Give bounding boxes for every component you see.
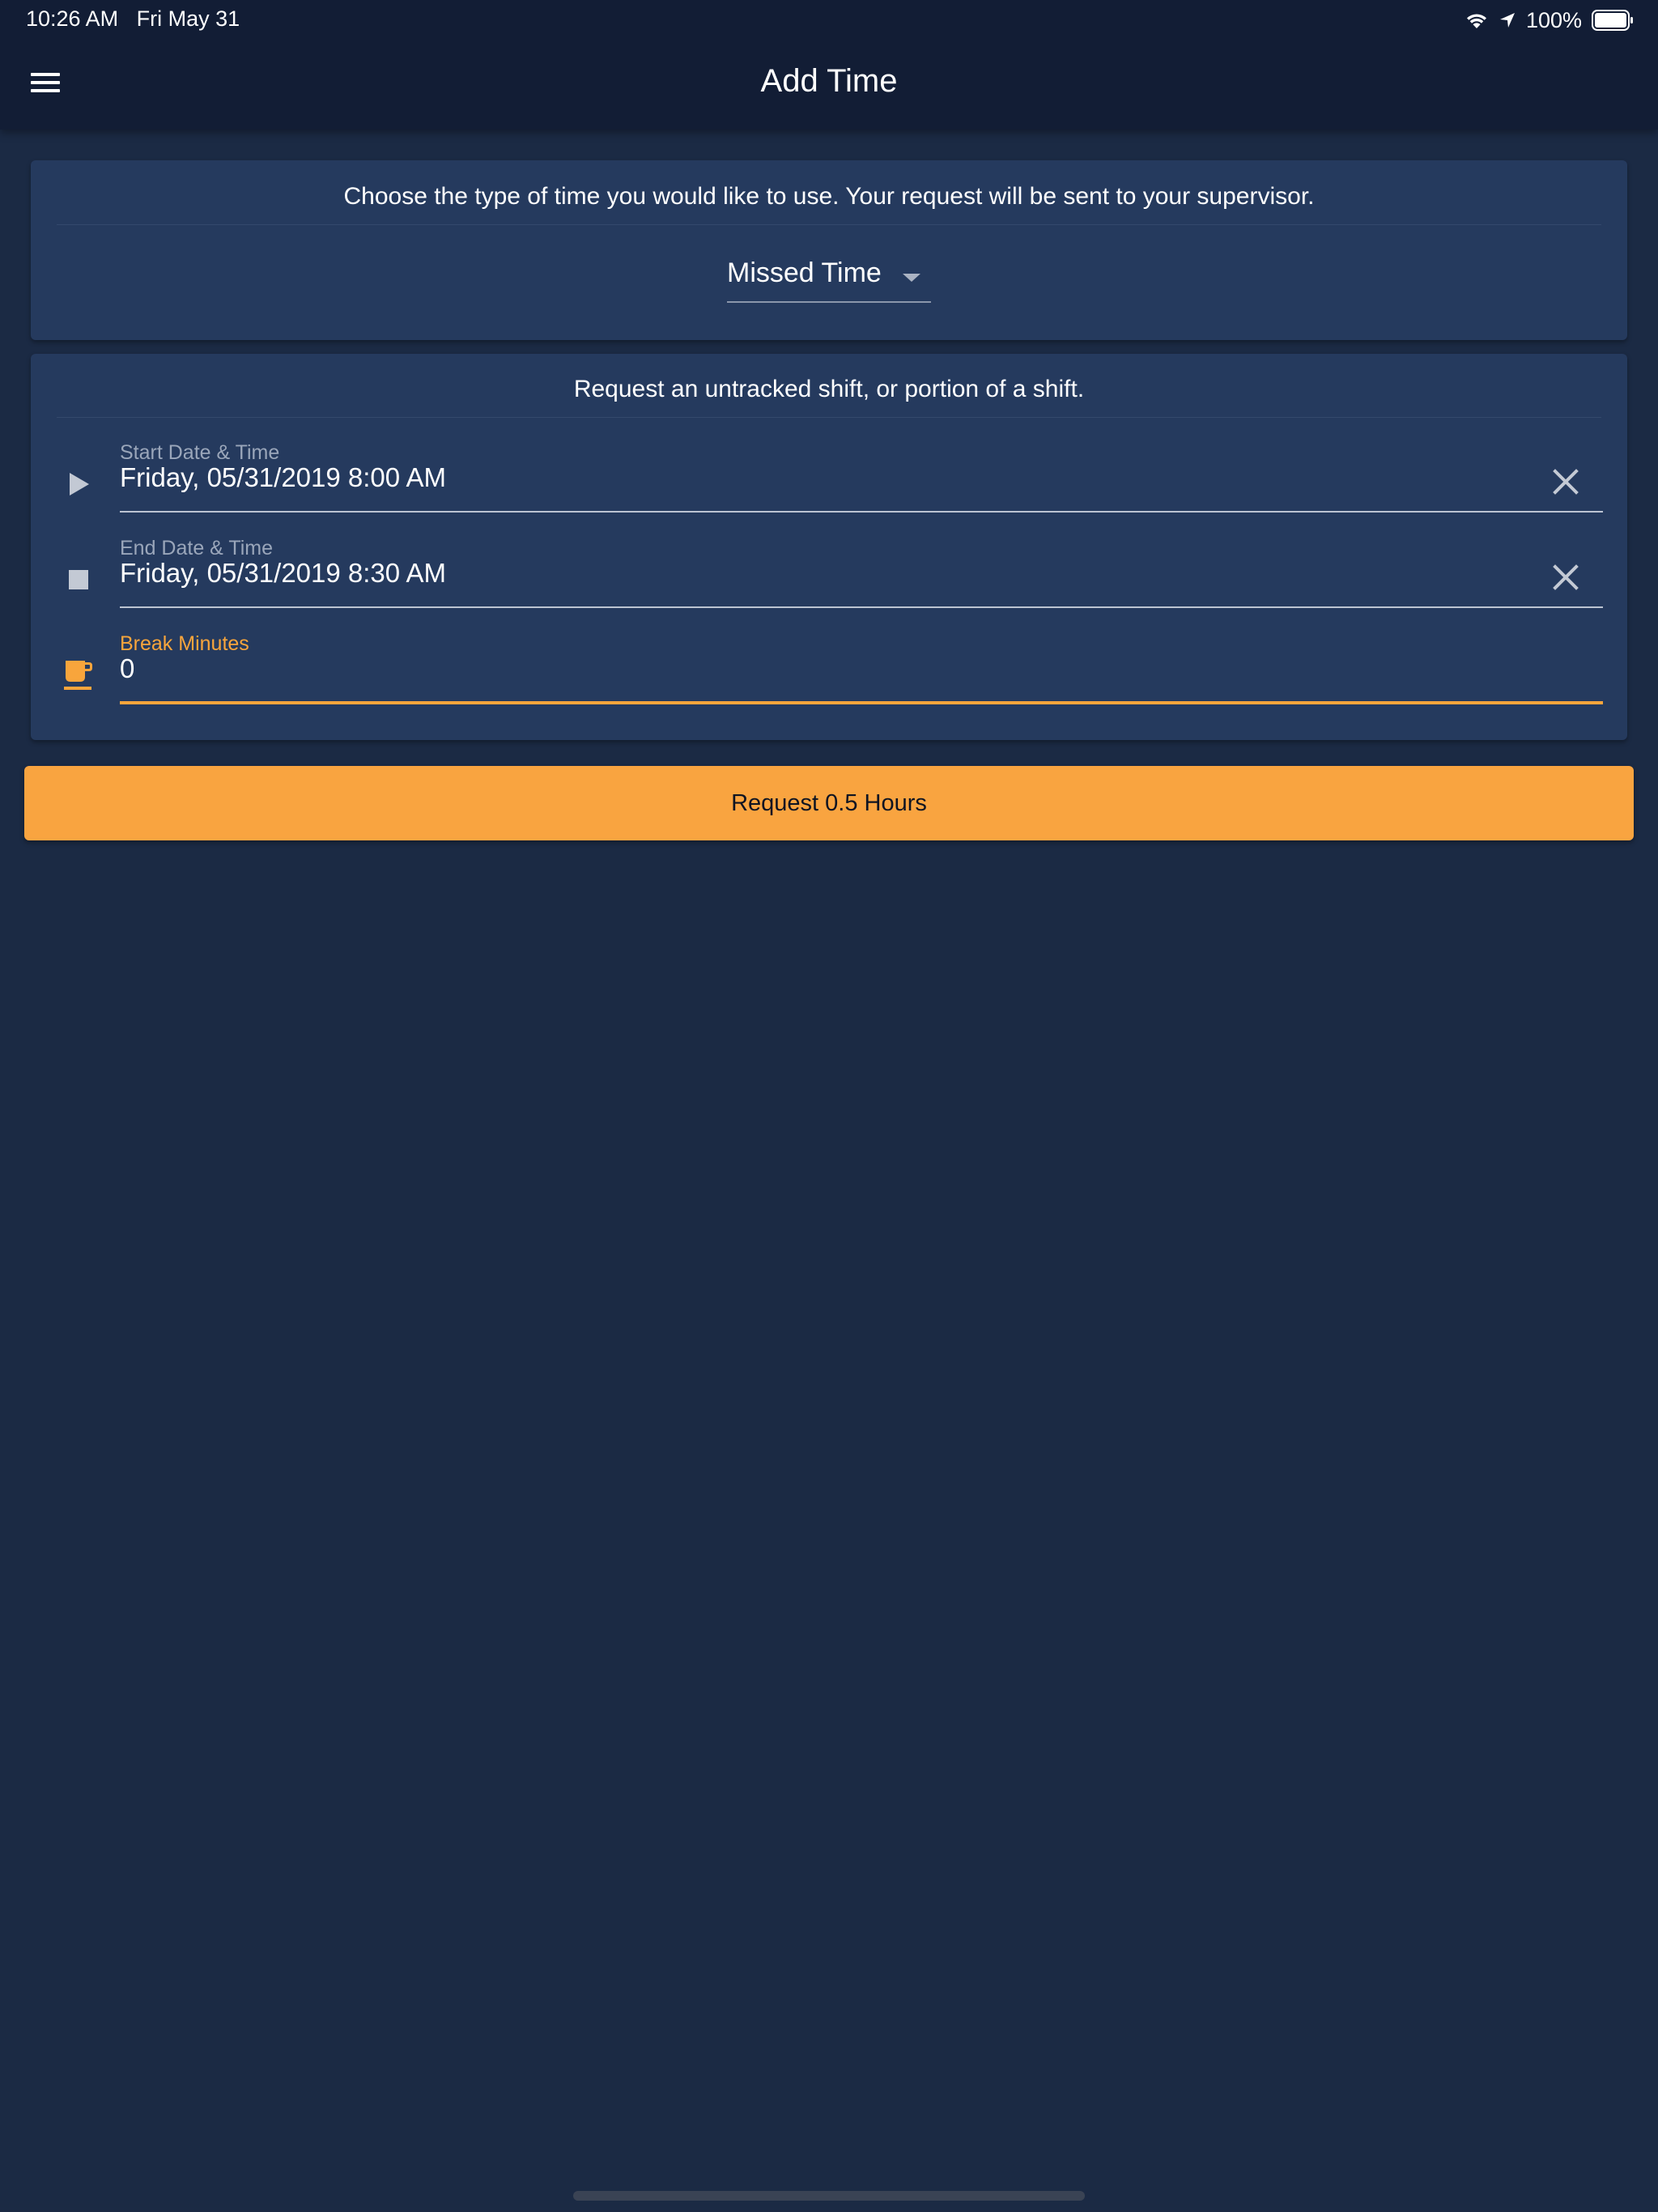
end-datetime-label: End Date & Time [120, 537, 273, 559]
time-type-instruction: Choose the type of time you would like t… [343, 183, 1315, 210]
break-minutes-field[interactable]: Break Minutes 0 [31, 632, 1627, 721]
coffee-cup-icon [60, 657, 97, 694]
request-hours-button[interactable]: Request 0.5 Hours [24, 766, 1634, 840]
battery-icon [1592, 10, 1634, 31]
field-underline [120, 606, 1603, 608]
location-arrow-icon [1499, 11, 1516, 29]
close-icon [1553, 469, 1579, 495]
status-bar-left: 10:26 AM Fri May 31 [26, 6, 240, 32]
start-datetime-value[interactable]: Friday, 05/31/2019 8:00 AM [120, 462, 446, 493]
card-divider [57, 224, 1601, 225]
stop-icon [60, 561, 97, 598]
clear-end-button[interactable] [1548, 559, 1584, 595]
start-datetime-field[interactable]: Start Date & Time Friday, 05/31/2019 8:0… [31, 441, 1627, 530]
end-datetime-field[interactable]: End Date & Time Friday, 05/31/2019 8:30 … [31, 537, 1627, 626]
shift-details-card: Request an untracked shift, or portion o… [31, 354, 1627, 740]
status-bar-right: 100% [1465, 6, 1634, 34]
time-type-selected-value: Missed Time [727, 257, 882, 288]
status-date: Fri May 31 [136, 6, 240, 31]
top-bar: 10:26 AM Fri May 31 100% Add Time [0, 0, 1658, 130]
break-minutes-label: Break Minutes [120, 632, 249, 655]
add-time-screen: 10:26 AM Fri May 31 100% Add Time Choose… [0, 0, 1658, 2212]
clear-start-button[interactable] [1548, 464, 1584, 500]
page-title: Add Time [760, 63, 898, 99]
break-minutes-input[interactable]: 0 [120, 653, 134, 684]
wifi-icon [1465, 11, 1489, 30]
status-time: 10:26 AM [26, 6, 119, 31]
home-indicator [573, 2191, 1085, 2201]
time-type-dropdown[interactable]: Missed Time [727, 257, 931, 303]
shift-instruction: Request an untracked shift, or portion o… [573, 376, 1085, 402]
time-type-card: Choose the type of time you would like t… [31, 160, 1627, 340]
play-icon [60, 466, 97, 503]
close-icon [1553, 564, 1579, 590]
field-underline-active [120, 701, 1603, 704]
field-underline [120, 511, 1603, 513]
caret-down-icon [902, 272, 921, 287]
start-datetime-label: Start Date & Time [120, 441, 280, 464]
battery-percent: 100% [1525, 7, 1582, 32]
card-divider [57, 417, 1601, 418]
end-datetime-value[interactable]: Friday, 05/31/2019 8:30 AM [120, 558, 446, 589]
